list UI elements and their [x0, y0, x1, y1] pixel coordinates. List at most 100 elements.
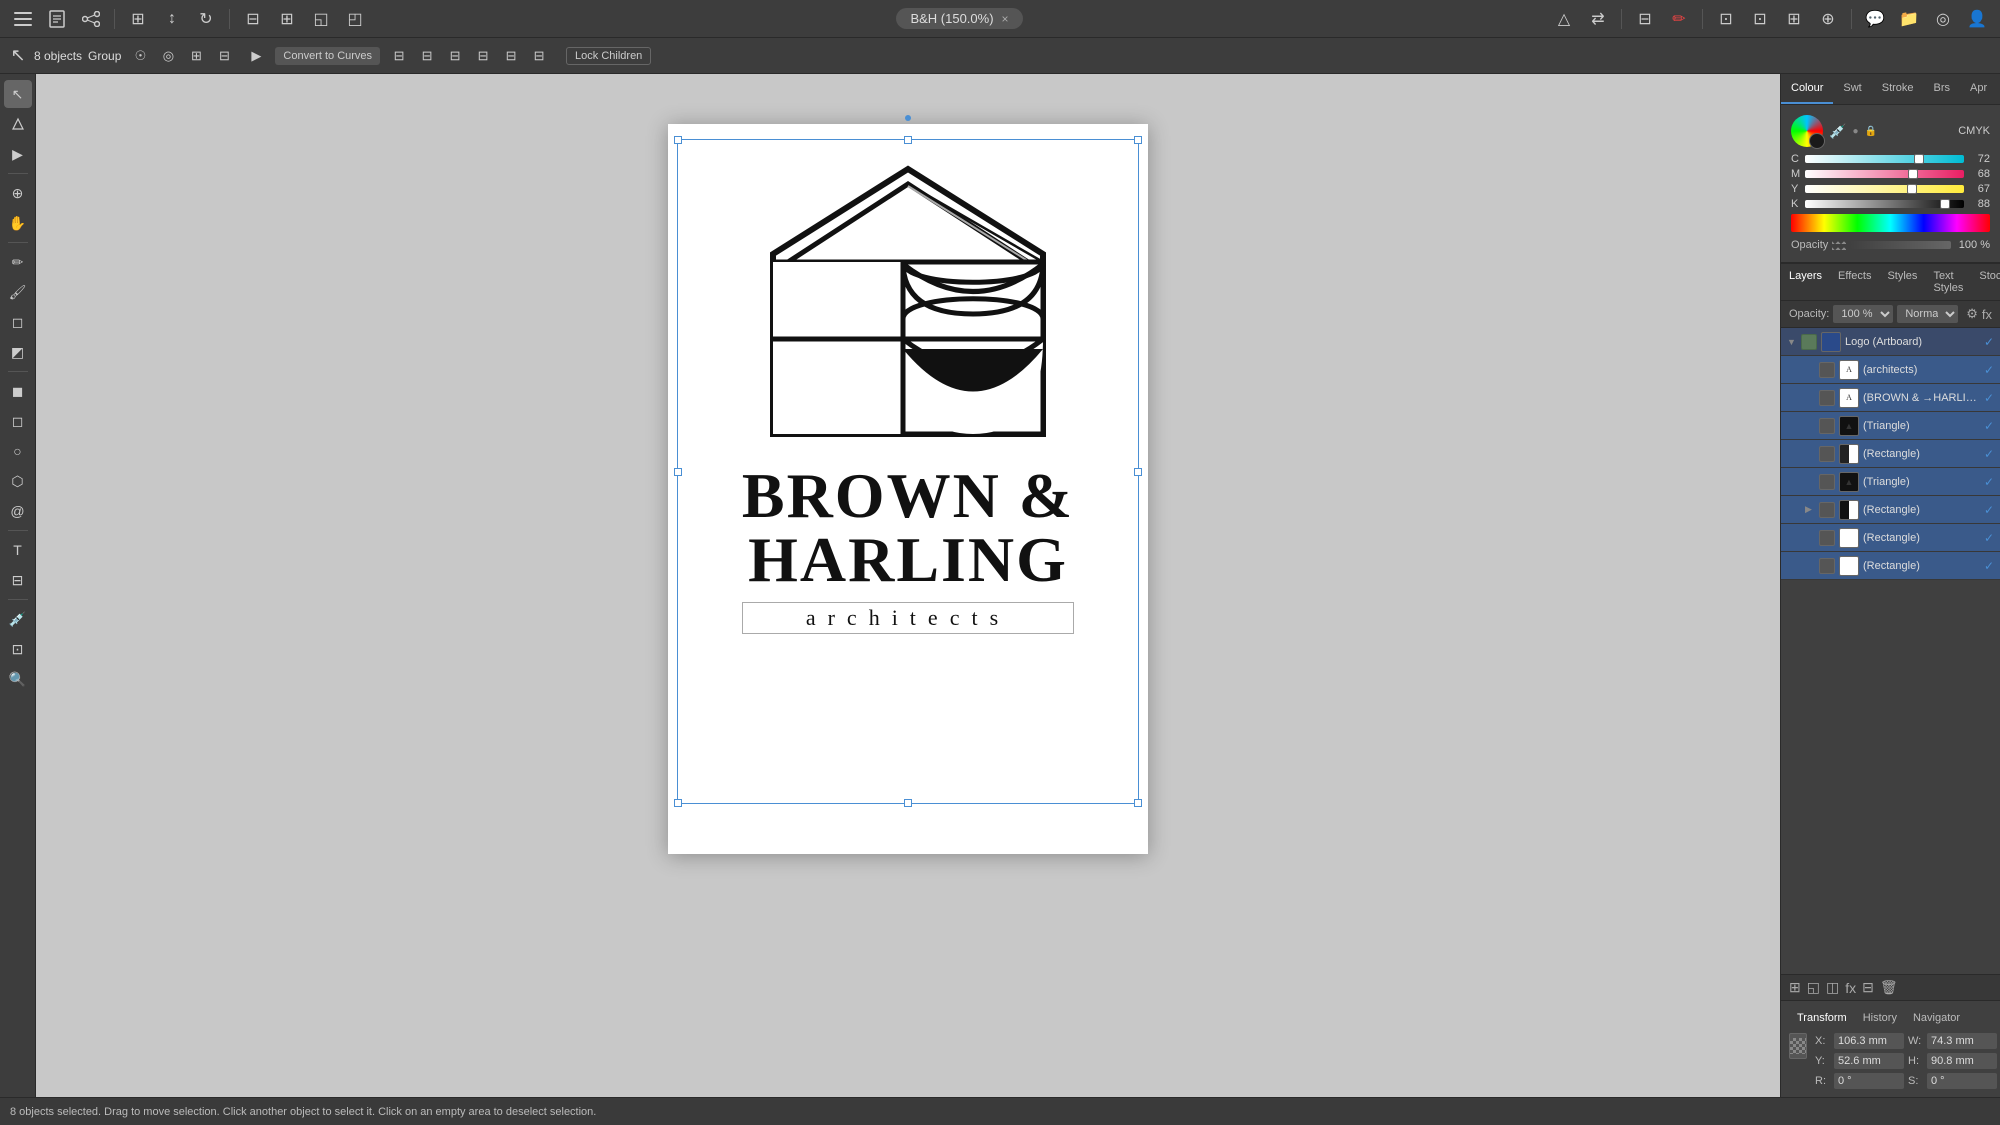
layer-visibility-toggle[interactable]	[1819, 362, 1835, 378]
layer-check[interactable]: ✓	[1984, 475, 1994, 489]
m-thumb[interactable]	[1908, 169, 1918, 179]
h-input[interactable]	[1927, 1053, 1997, 1069]
layer-check[interactable]: ✓	[1984, 503, 1994, 517]
tab-apr[interactable]: Apr	[1960, 74, 1997, 104]
tab-swt[interactable]: Swt	[1833, 74, 1871, 104]
grid2-icon[interactable]: ⊟	[1630, 5, 1660, 33]
text-tool[interactable]: T	[4, 536, 32, 564]
rotate-icon[interactable]: ↻	[191, 5, 221, 33]
canvas-area[interactable]: BROWN & HARLING architects	[36, 74, 1780, 1097]
expand-icon[interactable]: ▶	[1805, 504, 1815, 515]
layer-item-rectangle3[interactable]: (Rectangle) ✓	[1781, 524, 2000, 552]
convert-curves-button[interactable]: Convert to Curves	[275, 47, 380, 65]
align-top-icon[interactable]: ⊟	[470, 44, 496, 68]
folder-icon[interactable]: 📁	[1894, 5, 1924, 33]
color-mode-label[interactable]: CMYK	[1958, 125, 1990, 137]
layer-visibility-toggle[interactable]	[1801, 334, 1817, 350]
tab-layers[interactable]: Layers	[1781, 264, 1830, 300]
layer-visibility-toggle[interactable]	[1819, 502, 1835, 518]
tab-navigator[interactable]: Navigator	[1905, 1009, 1968, 1027]
target-icon[interactable]: ◎	[1928, 5, 1958, 33]
tab-effects[interactable]: Effects	[1830, 264, 1879, 300]
k-slider[interactable]	[1805, 200, 1964, 208]
deselect-icon[interactable]: ◎	[155, 44, 181, 68]
expand-icon[interactable]: ▼	[1787, 337, 1797, 347]
tab-brs[interactable]: Brs	[1924, 74, 1961, 104]
zoom-tool[interactable]: ⊕	[4, 179, 32, 207]
layer-visibility-toggle[interactable]	[1819, 474, 1835, 490]
opacity-slider[interactable]	[1850, 241, 1951, 249]
fill-tool[interactable]: ◩	[4, 338, 32, 366]
layers-settings-icon[interactable]: ⚙	[1966, 306, 1978, 322]
layer-check[interactable]: ✓	[1984, 559, 1994, 573]
copy-icon[interactable]: ⊡	[1711, 5, 1741, 33]
rect-tool[interactable]: ◻	[4, 407, 32, 435]
layers-blend-mode[interactable]: Normal Multiply Screen Overlay	[1897, 305, 1958, 323]
ungroup-icon[interactable]: ◰	[340, 5, 370, 33]
cursor-icon[interactable]: ↕	[157, 5, 187, 33]
paste-icon[interactable]: ⊡	[1745, 5, 1775, 33]
align-middle-icon[interactable]: ⊟	[498, 44, 524, 68]
y-slider[interactable]	[1805, 185, 1964, 193]
layer-item-rectangle2[interactable]: ▶ (Rectangle) ✓	[1781, 496, 2000, 524]
x-input[interactable]	[1834, 1033, 1904, 1049]
spiral-tool[interactable]: @	[4, 497, 32, 525]
share-icon[interactable]	[76, 5, 106, 33]
layer-check[interactable]: ✓	[1984, 363, 1994, 377]
group-icon[interactable]: ◱	[306, 5, 336, 33]
layers-list[interactable]: ▼ Logo (Artboard) ✓ A (architects) ✓	[1781, 328, 2000, 974]
tab-stroke[interactable]: Stroke	[1872, 74, 1924, 104]
layer-item-rectangle1[interactable]: (Rectangle) ✓	[1781, 440, 2000, 468]
y-thumb[interactable]	[1907, 184, 1917, 194]
layer-visibility-toggle[interactable]	[1819, 558, 1835, 574]
speech-icon[interactable]: 💬	[1860, 5, 1890, 33]
play-icon[interactable]: ▶	[243, 44, 269, 68]
tab-history[interactable]: History	[1855, 1009, 1905, 1027]
more-icon[interactable]: ⊟	[1862, 979, 1874, 996]
layer-item-brown-harling[interactable]: A (BROWN & →HARLING) ✓	[1781, 384, 2000, 412]
eyedropper-left-tool[interactable]: 💉	[4, 605, 32, 633]
layer-visibility-toggle[interactable]	[1819, 530, 1835, 546]
align-bottom-icon[interactable]: ⊟	[526, 44, 552, 68]
lock-children-button[interactable]: Lock Children	[566, 47, 651, 65]
color-spectrum[interactable]	[1791, 214, 1990, 232]
new-doc-icon[interactable]	[42, 5, 72, 33]
c-slider[interactable]	[1805, 155, 1964, 163]
r-input[interactable]	[1834, 1073, 1904, 1089]
layer-item-triangle2[interactable]: ▲ (Triangle) ✓	[1781, 468, 2000, 496]
align-right-icon[interactable]: ⊟	[442, 44, 468, 68]
tab-stock[interactable]: Stock	[1971, 264, 2000, 300]
pen-tool[interactable]: ✏	[4, 248, 32, 276]
arrange-icon[interactable]: ⊟	[238, 5, 268, 33]
menu-icon[interactable]	[8, 5, 38, 33]
layers-opacity-select[interactable]: 100 % 75 % 50 %	[1833, 305, 1893, 323]
mask-icon[interactable]: ◱	[1807, 979, 1820, 996]
layer-check[interactable]: ✓	[1984, 419, 1994, 433]
layer-item-rectangle4[interactable]: (Rectangle) ✓	[1781, 552, 2000, 580]
layer-check[interactable]: ✓	[1984, 447, 1994, 461]
y-input[interactable]	[1834, 1053, 1904, 1069]
document-title-pill[interactable]: B&H (150.0%) ×	[896, 8, 1022, 29]
layers-fx-icon[interactable]: fx	[1982, 307, 1992, 322]
tab-colour[interactable]: Colour	[1781, 74, 1833, 104]
layer-check[interactable]: ✓	[1984, 335, 1994, 349]
layer-check[interactable]: ✓	[1984, 391, 1994, 405]
pen-icon[interactable]: ✏	[1664, 5, 1694, 33]
layer-item-triangle1[interactable]: ▲ (Triangle) ✓	[1781, 412, 2000, 440]
node-tool-icon[interactable]: △	[1549, 5, 1579, 33]
tab-transform[interactable]: Transform	[1789, 1009, 1855, 1027]
m-slider[interactable]	[1805, 170, 1964, 178]
layer-check[interactable]: ✓	[1984, 531, 1994, 545]
adjustment-icon[interactable]: ◫	[1826, 979, 1839, 996]
delete-icon[interactable]: 🗑	[1880, 979, 1898, 996]
tab-text-styles[interactable]: Text Styles	[1925, 264, 1971, 300]
s-input[interactable]	[1927, 1073, 1997, 1089]
layer-visibility-toggle[interactable]	[1819, 390, 1835, 406]
tab-styles[interactable]: Styles	[1879, 264, 1925, 300]
mirror-icon[interactable]: ⇄	[1583, 5, 1613, 33]
close-tab-button[interactable]: ×	[1002, 12, 1009, 26]
color-tool-icon[interactable]: ⊕	[1813, 5, 1843, 33]
transform-icon[interactable]: ⊞	[183, 44, 209, 68]
select-tool[interactable]: ↖	[4, 80, 32, 108]
crop-tool[interactable]: ▶	[4, 140, 32, 168]
